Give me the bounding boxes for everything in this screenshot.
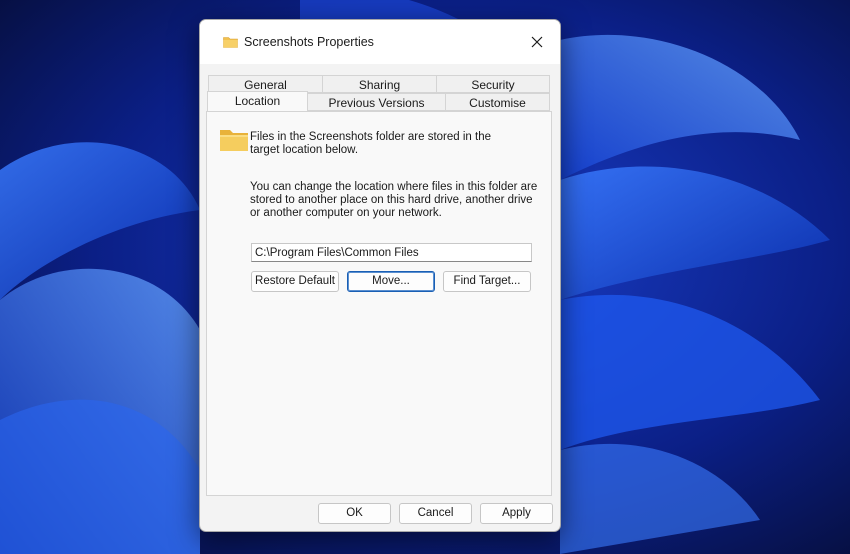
restore-default-button[interactable]: Restore Default	[251, 271, 339, 292]
find-target-button[interactable]: Find Target...	[443, 271, 531, 292]
folder-icon	[223, 37, 238, 48]
move-button[interactable]: Move...	[347, 271, 435, 292]
location-description-text: You can change the location where files …	[250, 181, 538, 219]
tab-sharing[interactable]: Sharing	[322, 75, 437, 93]
apply-button[interactable]: Apply	[480, 503, 553, 524]
title-bar: Screenshots Properties	[200, 20, 560, 64]
close-button[interactable]	[514, 20, 560, 64]
tab-previous-versions[interactable]: Previous Versions	[307, 93, 446, 111]
tab-location[interactable]: Location	[207, 91, 308, 111]
location-panel: Files in the Screenshots folder are stor…	[206, 111, 552, 496]
tab-security[interactable]: Security	[436, 75, 550, 93]
location-info-text: Files in the Screenshots folder are stor…	[250, 131, 491, 156]
tab-customise[interactable]: Customise	[445, 93, 550, 111]
properties-dialog: Screenshots Properties General Sharing S…	[199, 19, 561, 532]
dialog-title: Screenshots Properties	[244, 35, 374, 49]
folder-icon	[220, 130, 248, 151]
cancel-button[interactable]: Cancel	[399, 503, 472, 524]
close-icon	[531, 36, 543, 48]
target-path-input[interactable]	[251, 243, 532, 262]
ok-button[interactable]: OK	[318, 503, 391, 524]
